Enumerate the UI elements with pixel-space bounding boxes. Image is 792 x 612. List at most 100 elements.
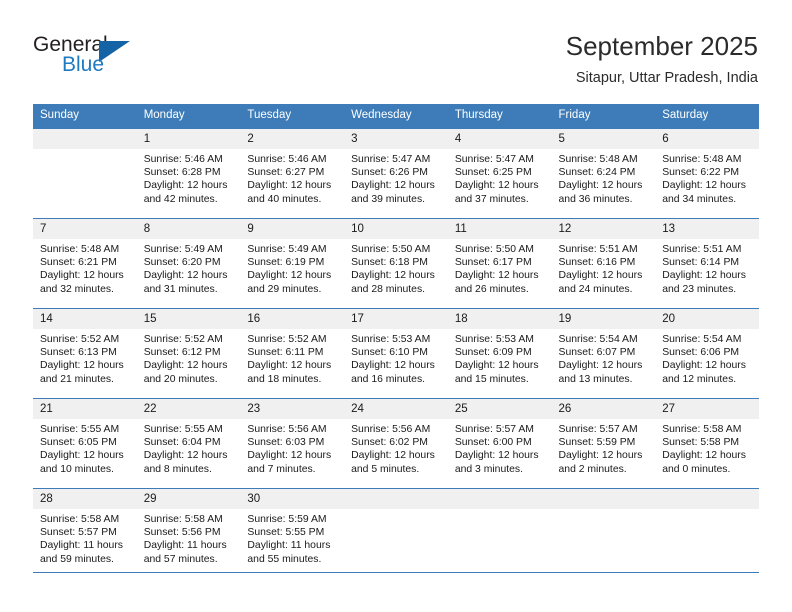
calendar-day-cell[interactable]: 23 Sunrise: 5:56 AM Sunset: 6:03 PM Dayligh… [240,398,345,489]
day-number: 9 [240,219,345,239]
calendar-day-cell[interactable]: 3 Sunrise: 5:47 AM Sunset: 6:26 PM Daylight… [344,128,448,219]
calendar-day-cell[interactable]: 22 Sunrise: 5:55 AM Sunset: 6:04 PM Dayligh… [136,398,241,489]
weekday-header-thursday: Thursday [447,104,552,129]
calendar-day-cell[interactable]: 21 Sunrise: 5:55 AM Sunset: 6:05 PM Dayligh… [33,398,137,489]
sunset-text: Sunset: 6:21 PM [40,257,117,269]
day-number [33,129,137,149]
day-number: 8 [136,219,241,239]
calendar-day-cell[interactable]: 30 Sunrise: 5:59 AM Sunset: 5:55 PM Dayligh… [240,488,345,573]
day-sun-info: Sunrise: 5:53 AM Sunset: 6:09 PM Daylight:… [448,329,552,386]
daylight-text: Daylight: 12 hours and 34 minutes. [662,180,746,205]
day-sun-info: Sunrise: 5:56 AM Sunset: 6:02 PM Daylight:… [344,419,448,476]
day-number: 20 [655,309,759,329]
day-number: 1 [136,129,241,149]
sunrise-text: Sunrise: 5:48 AM [40,244,120,255]
calendar-day-cell[interactable]: 4 Sunrise: 5:47 AM Sunset: 6:25 PM Daylight… [447,128,552,219]
day-number: 13 [655,219,759,239]
generalblue-logo[interactable]: General Blue [33,33,183,83]
calendar-day-cell[interactable]: 28 Sunrise: 5:58 AM Sunset: 5:57 PM Dayligh… [33,488,137,573]
day-sun-info: Sunrise: 5:47 AM Sunset: 6:26 PM Daylight:… [344,149,448,206]
sunset-text: Sunset: 6:06 PM [662,347,740,359]
calendar-container: Sunday Monday Tuesday Wednesday Thursday… [33,104,759,573]
day-sun-info: Sunrise: 5:55 AM Sunset: 6:05 PM Daylight:… [33,419,137,476]
calendar-day-cell[interactable]: 12 Sunrise: 5:51 AM Sunset: 6:16 PM Dayligh… [551,218,656,309]
calendar-day-cell[interactable]: 14 Sunrise: 5:52 AM Sunset: 6:13 PM Dayligh… [33,308,137,399]
day-number: 22 [136,399,241,419]
calendar-day-cell[interactable]: 2 Sunrise: 5:46 AM Sunset: 6:27 PM Daylight… [240,128,345,219]
day-sun-info: Sunrise: 5:48 AM Sunset: 6:21 PM Daylight:… [33,239,137,296]
weekday-header-saturday: Saturday [655,104,759,129]
calendar-day-cell[interactable]: 1 Sunrise: 5:46 AM Sunset: 6:28 PM Daylight… [136,128,241,219]
calendar-day-cell[interactable]: 20 Sunrise: 5:54 AM Sunset: 6:06 PM Dayligh… [655,308,759,399]
sunset-text: Sunset: 6:04 PM [143,437,221,449]
sunrise-text: Sunrise: 5:48 AM [558,154,638,165]
daylight-text: Daylight: 12 hours and 32 minutes. [40,270,124,295]
daylight-text: Daylight: 12 hours and 40 minutes. [247,180,332,205]
day-number: 11 [447,219,552,239]
sunset-text: Sunset: 5:58 PM [662,437,740,449]
calendar-day-cell[interactable]: 17 Sunrise: 5:53 AM Sunset: 6:10 PM Dayligh… [344,308,448,399]
day-number: 16 [240,309,345,329]
weekday-header-monday: Monday [136,104,241,129]
calendar-day-cell[interactable]: 27 Sunrise: 5:58 AM Sunset: 5:58 PM Dayligh… [655,398,759,489]
daylight-text: Daylight: 12 hours and 21 minutes. [40,360,124,385]
day-sun-info: Sunrise: 5:52 AM Sunset: 6:11 PM Daylight:… [240,329,344,386]
calendar-day-cell[interactable]: 16 Sunrise: 5:52 AM Sunset: 6:11 PM Dayligh… [240,308,345,399]
calendar-day-cell[interactable]: 6 Sunrise: 5:48 AM Sunset: 6:22 PM Daylight… [655,128,759,219]
calendar-day-cell[interactable]: 9 Sunrise: 5:49 AM Sunset: 6:19 PM Daylight… [240,218,345,309]
day-sun-info: Sunrise: 5:46 AM Sunset: 6:27 PM Daylight:… [240,149,344,206]
calendar-day-cell[interactable]: 11 Sunrise: 5:50 AM Sunset: 6:17 PM Dayligh… [447,218,552,309]
daylight-text: Daylight: 12 hours and 2 minutes. [558,450,643,475]
sunset-text: Sunset: 6:14 PM [662,257,740,269]
day-sun-info: Sunrise: 5:56 AM Sunset: 6:03 PM Daylight:… [240,419,344,476]
sunrise-text: Sunrise: 5:57 AM [454,424,534,435]
sunset-text: Sunset: 6:02 PM [351,437,428,449]
day-number: 12 [551,219,656,239]
sunrise-text: Sunrise: 5:49 AM [247,244,327,255]
calendar-day-cell[interactable]: 8 Sunrise: 5:49 AM Sunset: 6:20 PM Daylight… [136,218,241,309]
sunrise-text: Sunrise: 5:49 AM [143,244,223,255]
calendar-day-cell[interactable]: 15 Sunrise: 5:52 AM Sunset: 6:12 PM Dayligh… [136,308,241,399]
location-subtitle: Sitapur, Uttar Pradesh, India [575,70,758,86]
daylight-text: Daylight: 12 hours and 0 minutes. [662,450,746,475]
day-number: 17 [344,309,448,329]
day-sun-info: Sunrise: 5:48 AM Sunset: 6:24 PM Daylight:… [552,149,656,206]
daylight-text: Daylight: 12 hours and 42 minutes. [143,180,228,205]
sunset-text: Sunset: 6:00 PM [454,437,532,449]
sunrise-text: Sunrise: 5:48 AM [662,154,742,165]
day-sun-info: Sunrise: 5:54 AM Sunset: 6:07 PM Daylight:… [552,329,656,386]
calendar-day-cell[interactable]: 10 Sunrise: 5:50 AM Sunset: 6:18 PM Dayligh… [344,218,448,309]
sunset-text: Sunset: 5:56 PM [143,527,221,539]
calendar-day-cell[interactable]: 25 Sunrise: 5:57 AM Sunset: 6:00 PM Dayligh… [447,398,552,489]
daylight-text: Daylight: 12 hours and 5 minutes. [351,450,435,475]
daylight-text: Daylight: 12 hours and 8 minutes. [143,450,228,475]
sunset-text: Sunset: 6:26 PM [351,167,428,179]
logo-text-blue: Blue [62,53,105,76]
daylight-text: Daylight: 12 hours and 12 minutes. [662,360,746,385]
sunrise-text: Sunrise: 5:50 AM [454,244,534,255]
sunrise-text: Sunrise: 5:53 AM [454,334,534,345]
sunset-text: Sunset: 6:09 PM [454,347,532,359]
calendar-day-cell[interactable]: 26 Sunrise: 5:57 AM Sunset: 5:59 PM Dayligh… [551,398,656,489]
calendar-day-cell[interactable]: 29 Sunrise: 5:58 AM Sunset: 5:56 PM Dayligh… [136,488,241,573]
calendar-day-cell[interactable]: 19 Sunrise: 5:54 AM Sunset: 6:07 PM Dayligh… [551,308,656,399]
weekday-header-friday: Friday [551,104,656,129]
calendar-week-row: 21 Sunrise: 5:55 AM Sunset: 6:05 PM Dayligh… [33,398,759,489]
sunrise-text: Sunrise: 5:55 AM [143,424,223,435]
sunrise-text: Sunrise: 5:53 AM [351,334,431,345]
day-sun-info: Sunrise: 5:54 AM Sunset: 6:06 PM Daylight:… [655,329,759,386]
calendar-body: 1 Sunrise: 5:46 AM Sunset: 6:28 PM Daylight… [33,128,759,573]
day-number: 30 [240,489,345,509]
calendar-day-cell[interactable]: 7 Sunrise: 5:48 AM Sunset: 6:21 PM Daylight… [33,218,137,309]
calendar-day-cell[interactable]: 18 Sunrise: 5:53 AM Sunset: 6:09 PM Dayligh… [447,308,552,399]
sunset-text: Sunset: 6:10 PM [351,347,428,359]
calendar-day-cell[interactable]: 13 Sunrise: 5:51 AM Sunset: 6:14 PM Dayligh… [655,218,759,309]
daylight-text: Daylight: 12 hours and 3 minutes. [454,450,539,475]
calendar-day-cell[interactable]: 5 Sunrise: 5:48 AM Sunset: 6:24 PM Daylight… [551,128,656,219]
sunrise-text: Sunrise: 5:54 AM [662,334,742,345]
daylight-text: Daylight: 12 hours and 16 minutes. [351,360,435,385]
daylight-text: Daylight: 11 hours and 57 minutes. [143,540,227,565]
calendar-day-cell[interactable]: 24 Sunrise: 5:56 AM Sunset: 6:02 PM Dayligh… [344,398,448,489]
daylight-text: Daylight: 12 hours and 7 minutes. [247,450,332,475]
daylight-text: Daylight: 12 hours and 39 minutes. [351,180,435,205]
